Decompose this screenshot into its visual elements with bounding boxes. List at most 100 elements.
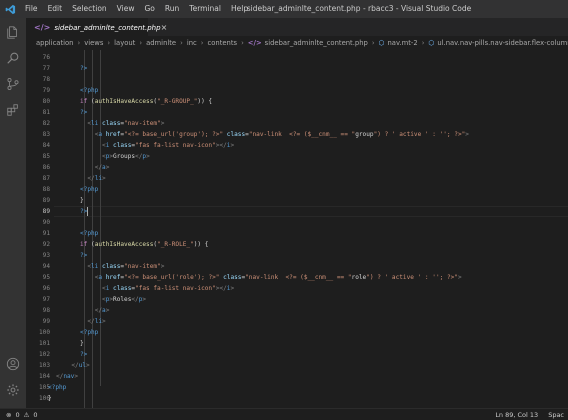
line-number: 86: [42, 164, 50, 171]
tab-sidebar-adminlte-content[interactable]: </> sidebar_adminlte_content.php ×: [26, 18, 167, 36]
code-line[interactable]: 76: [26, 52, 568, 63]
code-line[interactable]: 80 if (authIsHaveAccess("_R-GROUP_")) {: [26, 96, 568, 107]
line-number: 76: [42, 54, 50, 61]
code-text: </li>: [87, 175, 106, 182]
code-line[interactable]: 89 ?>: [26, 206, 568, 217]
breadcrumb-item[interactable]: views: [84, 39, 103, 47]
menu-bar: File Edit Selection View Go Run Terminal Help: [20, 0, 253, 18]
menu-edit[interactable]: Edit: [43, 0, 68, 18]
chevron-right-icon: ›: [107, 39, 111, 47]
chevron-right-icon: ›: [139, 39, 143, 47]
code-line[interactable]: 77 ?>: [26, 63, 568, 74]
code-line[interactable]: 106}: [26, 393, 568, 404]
code-line[interactable]: 87 </li>: [26, 173, 568, 184]
account-icon[interactable]: [5, 356, 21, 372]
breadcrumb-label: layout: [114, 39, 136, 47]
indentation[interactable]: Spac: [548, 411, 564, 419]
code-line[interactable]: 91 <?php: [26, 228, 568, 239]
line-number: 82: [42, 120, 50, 127]
extensions-icon[interactable]: [5, 102, 21, 118]
line-number: 95: [42, 274, 50, 281]
breadcrumb-item[interactable]: inc: [187, 39, 197, 47]
code-line[interactable]: 84 <i class="fas fa-list nav-icon"></i>: [26, 140, 568, 151]
breadcrumb-item[interactable]: layout: [114, 39, 135, 47]
code-line[interactable]: 83 <a href="<?= base_url('group'); ?>" c…: [26, 129, 568, 140]
code-text: <?php: [80, 87, 99, 94]
code-line[interactable]: 85 <p>Groups</p>: [26, 151, 568, 162]
breadcrumb-label: nav.mt-2: [387, 39, 418, 47]
code-editor[interactable]: 76 77 ?> 78 79 <?php 80 if (authIsHaveAccess("_…: [26, 50, 568, 408]
title-bar: File Edit Selection View Go Run Terminal Help s…: [0, 0, 568, 18]
code-line[interactable]: 105 <?php: [26, 382, 568, 393]
menu-go[interactable]: Go: [139, 0, 159, 18]
code-text: <a href="<?= base_url('role'); ?>" class…: [94, 274, 462, 281]
chevron-right-icon: ›: [371, 39, 375, 47]
code-line[interactable]: 94 <li class="nav-item">: [26, 261, 568, 272]
code-line[interactable]: 89}: [26, 195, 568, 206]
line-number: 77: [42, 65, 50, 72]
menu-run[interactable]: Run: [160, 0, 184, 18]
settings-gear-icon[interactable]: [5, 382, 21, 398]
line-number: 102: [38, 351, 50, 358]
chevron-right-icon: ›: [200, 39, 204, 47]
chevron-right-icon: ›: [77, 39, 81, 47]
breadcrumb-item[interactable]: adminlte: [146, 39, 176, 47]
menu-help[interactable]: Help: [226, 0, 253, 18]
menu-view[interactable]: View: [112, 0, 140, 18]
menu-selection[interactable]: Selection: [67, 0, 112, 18]
breadcrumb-item[interactable]: ⬡ nav.mt-2: [379, 39, 418, 47]
code-line[interactable]: 86 </a>: [26, 162, 568, 173]
breadcrumb-item[interactable]: ⬡ ul.nav.nav-pills.nav-sidebar.flex-colum…: [428, 39, 568, 47]
code-line[interactable]: 96 <i class="fas fa-list nav-icon"></i>: [26, 283, 568, 294]
code-line[interactable]: 97 <p>Roles</p>: [26, 294, 568, 305]
close-icon[interactable]: ×: [161, 23, 168, 32]
code-text: </nav>: [56, 373, 79, 380]
line-number: 81: [42, 109, 50, 116]
line-number: 105: [38, 384, 50, 391]
breadcrumb-label: adminlte: [146, 39, 177, 47]
code-text: </ul>: [71, 362, 90, 369]
chevron-right-icon: ›: [241, 39, 244, 47]
line-number: 91: [42, 230, 50, 237]
vscode-logo-icon: [0, 0, 20, 18]
breadcrumb-label: views: [84, 39, 104, 47]
code-line[interactable]: 103 </ul>: [26, 360, 568, 371]
code-line[interactable]: 100 <?php: [26, 327, 568, 338]
code-line[interactable]: 98 </a>: [26, 305, 568, 316]
error-icon: ⊗: [6, 410, 12, 419]
menu-file[interactable]: File: [20, 0, 43, 18]
problems-indicator[interactable]: ⊗ 0 ⚠ 0: [0, 411, 38, 419]
code-line[interactable]: 82 <li class="nav-item">: [26, 118, 568, 129]
symbol-element-icon: ⬡: [428, 39, 435, 47]
line-number: 93: [42, 252, 50, 259]
code-line[interactable]: 104 </nav>: [26, 371, 568, 382]
code-line[interactable]: 88 <?php: [26, 184, 568, 195]
code-line[interactable]: 81 ?>: [26, 107, 568, 118]
code-line[interactable]: 101}: [26, 338, 568, 349]
breadcrumb-label: application: [36, 39, 74, 47]
breadcrumb-item[interactable]: </> sidebar_adminlte_content.php: [248, 39, 368, 47]
code-line[interactable]: 93 ?>: [26, 250, 568, 261]
breadcrumb-item[interactable]: contents: [208, 39, 238, 47]
line-number: 99: [42, 318, 50, 325]
source-control-icon[interactable]: [5, 76, 21, 92]
line-number: 84: [42, 142, 50, 149]
breadcrumb-item[interactable]: application: [36, 39, 74, 47]
code-text: <?php: [80, 230, 99, 237]
menu-terminal[interactable]: Terminal: [184, 0, 226, 18]
code-line[interactable]: 99 </li>: [26, 316, 568, 327]
breadcrumb-label: sidebar_adminlte_content.php: [264, 39, 368, 47]
code-line[interactable]: 78: [26, 74, 568, 85]
cursor-position[interactable]: Ln 89, Col 13: [495, 411, 538, 419]
code-line[interactable]: 95 <a href="<?= base_url('role'); ?>" cl…: [26, 272, 568, 283]
search-icon[interactable]: [5, 50, 21, 66]
text-cursor: [87, 206, 89, 216]
code-line[interactable]: 79 <?php: [26, 85, 568, 96]
code-text: <p>Roles</p>: [102, 296, 147, 303]
code-line[interactable]: 102 ?>: [26, 349, 568, 360]
code-line[interactable]: 90: [26, 217, 568, 228]
code-line[interactable]: 92 if (authIsHaveAccess("_R-ROLE_")) {: [26, 239, 568, 250]
line-number: 89: [42, 208, 50, 215]
code-text: ?>: [80, 109, 88, 116]
files-icon[interactable]: [5, 24, 21, 40]
